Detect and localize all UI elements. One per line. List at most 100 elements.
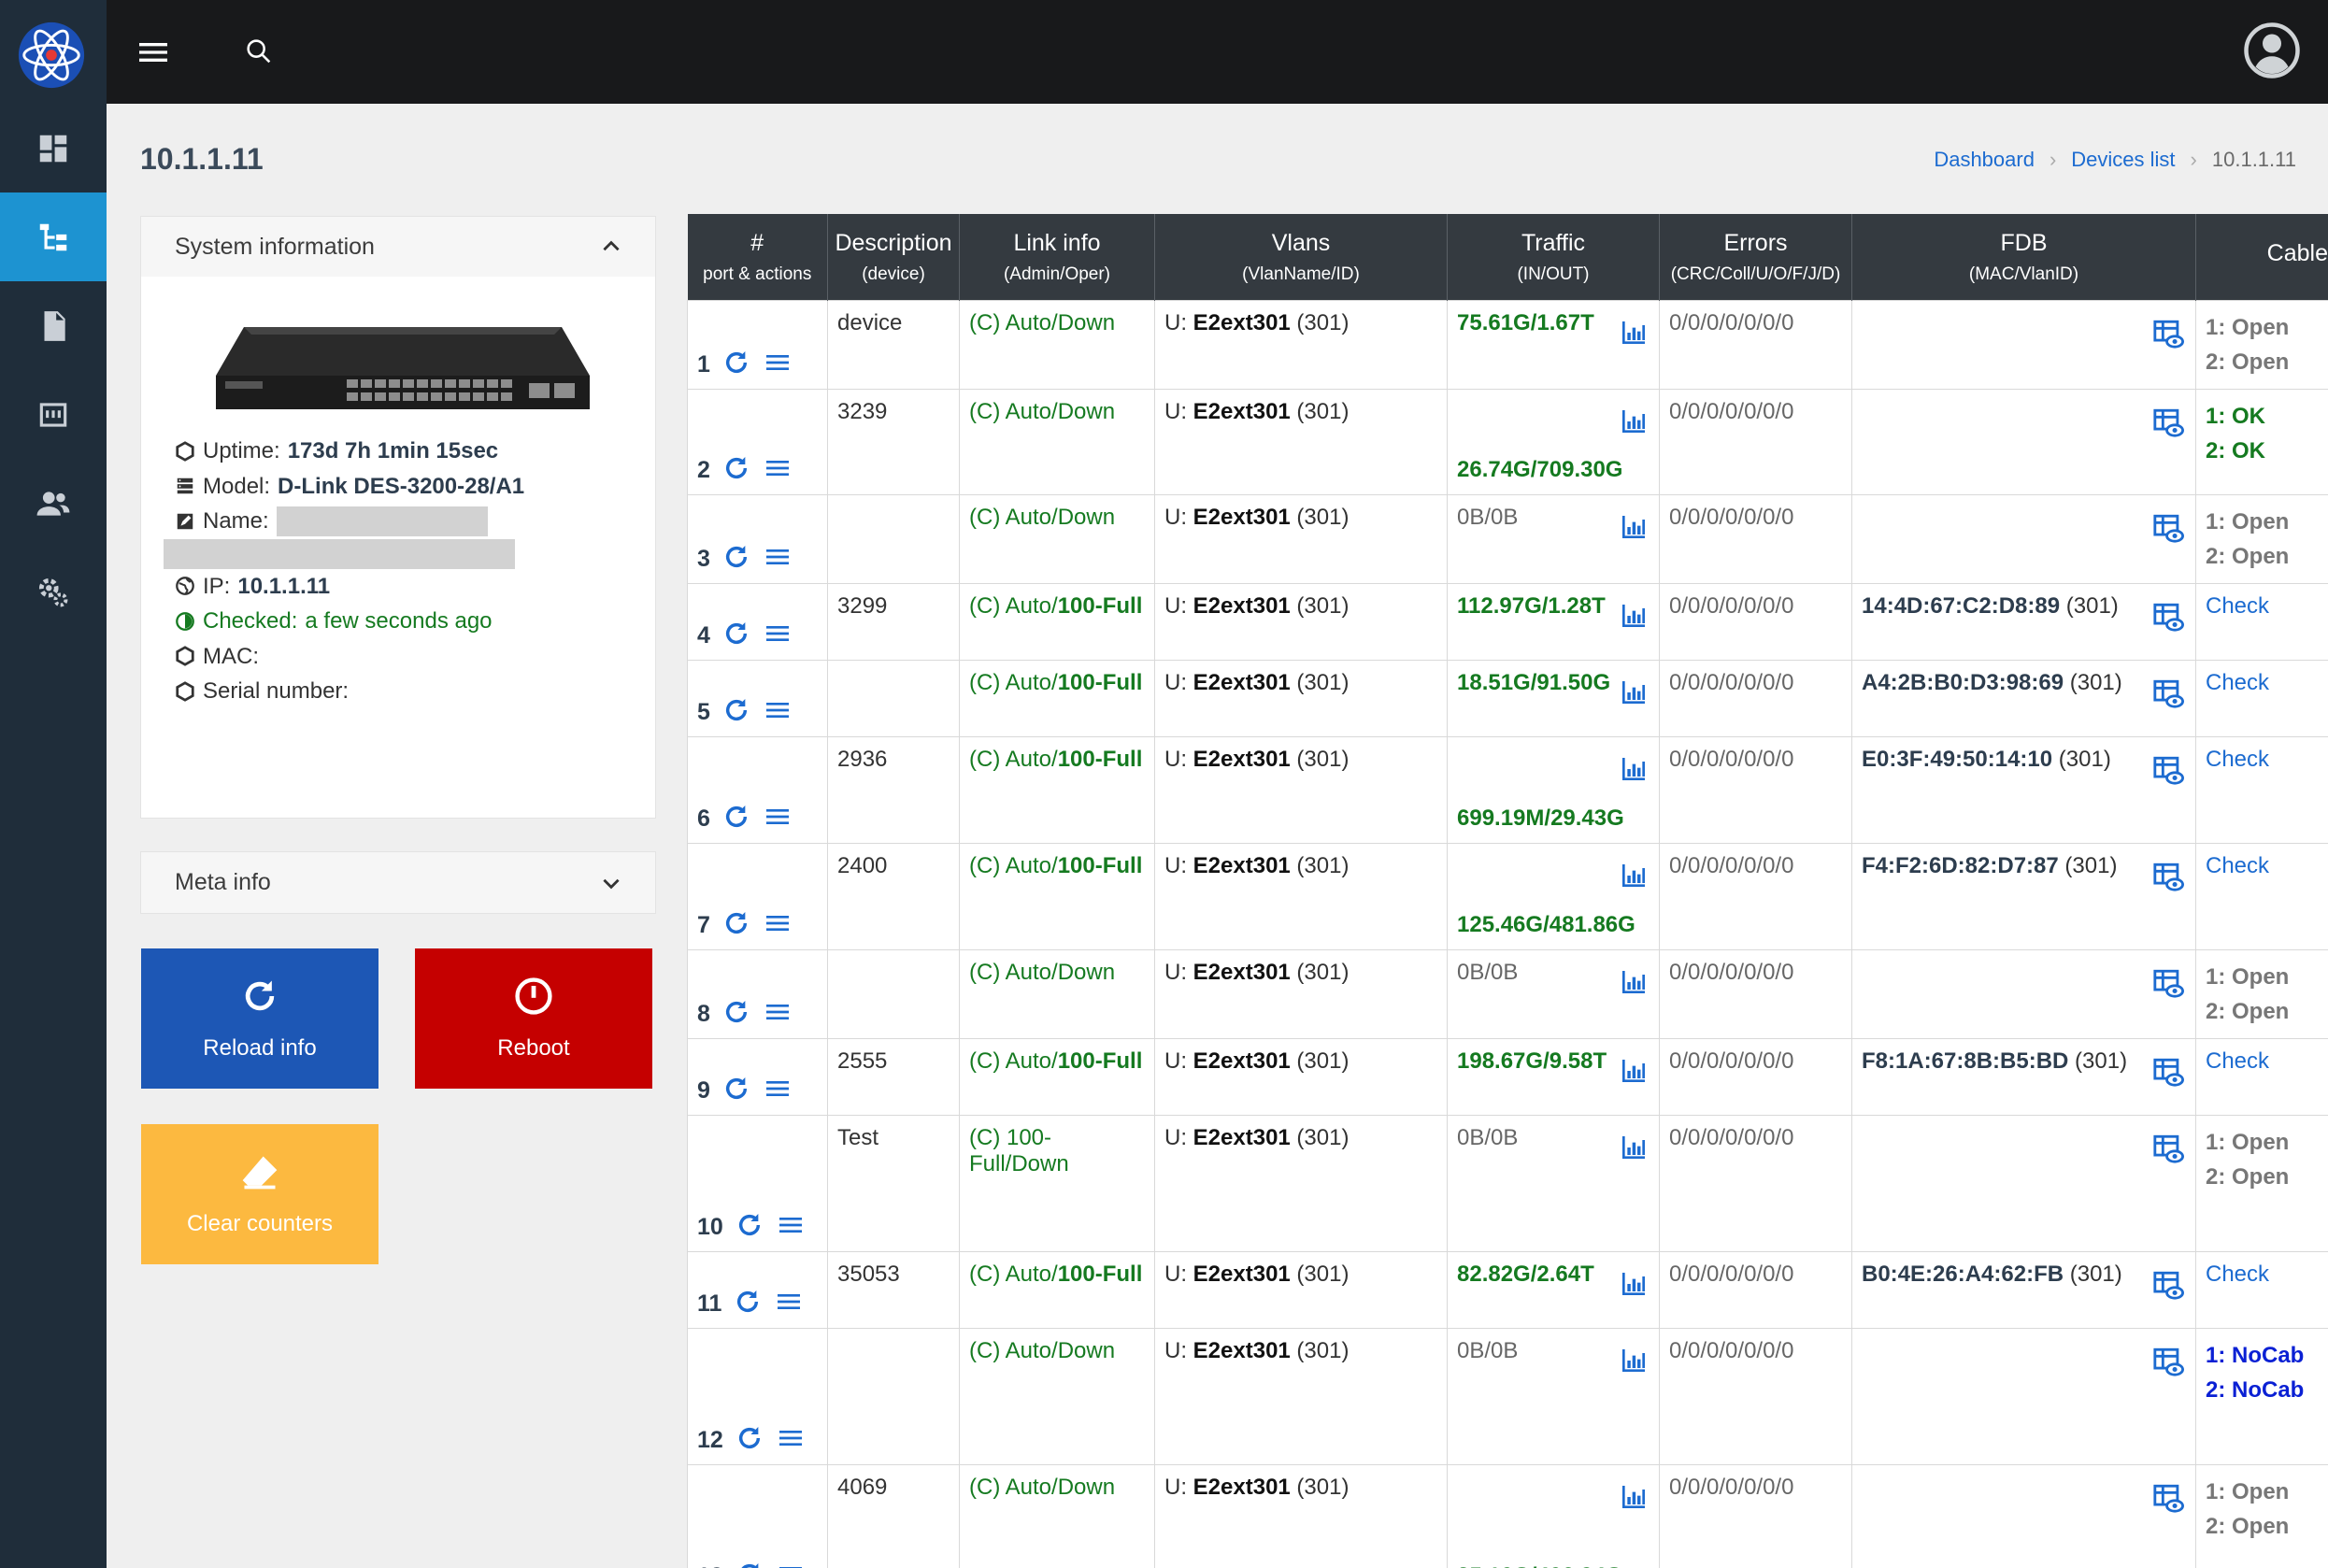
traffic-chart-icon[interactable] xyxy=(1618,406,1650,436)
refresh-port-icon[interactable] xyxy=(721,348,751,378)
user-avatar-icon[interactable] xyxy=(2244,22,2300,78)
traffic-chart-icon[interactable] xyxy=(1618,318,1650,348)
sidebar-item-users[interactable] xyxy=(0,459,107,548)
cable-check-link[interactable]: Check xyxy=(2206,670,2269,695)
port-number[interactable]: 10 xyxy=(697,1214,723,1240)
port-menu-icon[interactable] xyxy=(774,1287,804,1317)
ip-value: 10.1.1.11 xyxy=(237,573,331,599)
port-menu-icon[interactable] xyxy=(763,695,793,725)
port-menu-icon[interactable] xyxy=(776,1423,806,1453)
system-information-header[interactable]: System information xyxy=(141,217,655,277)
refresh-port-icon[interactable] xyxy=(721,542,751,572)
atom-logo-icon[interactable] xyxy=(15,19,88,92)
traffic-value: 699.19M/29.43G xyxy=(1457,805,1624,831)
port-menu-icon[interactable] xyxy=(763,542,793,572)
uptime-value: 173d 7h 1min 15sec xyxy=(287,438,499,463)
fdb-table-view-icon[interactable] xyxy=(2152,1346,2184,1377)
refresh-port-icon[interactable] xyxy=(721,1074,751,1104)
port-number[interactable]: 3 xyxy=(697,546,710,572)
vlan-name: E2ext301 xyxy=(1193,747,1291,772)
port-number[interactable]: 5 xyxy=(697,699,710,725)
port-number[interactable]: 9 xyxy=(697,1077,710,1104)
traffic-chart-icon[interactable] xyxy=(1618,1346,1650,1376)
link-info-cell: (C) Auto/Down xyxy=(959,949,1155,1039)
refresh-port-icon[interactable] xyxy=(721,619,751,649)
traffic-chart-icon[interactable] xyxy=(1618,1133,1650,1162)
clear-counters-button[interactable]: Clear counters xyxy=(141,1124,378,1264)
port-cell: 4 xyxy=(687,583,828,661)
port-number[interactable]: 12 xyxy=(697,1427,723,1453)
traffic-chart-icon[interactable] xyxy=(1618,967,1650,997)
reboot-button[interactable]: Reboot xyxy=(415,948,652,1089)
traffic-chart-icon[interactable] xyxy=(1618,754,1650,784)
traffic-chart-icon[interactable] xyxy=(1618,512,1650,542)
refresh-port-icon[interactable] xyxy=(721,802,751,832)
refresh-port-icon[interactable] xyxy=(735,1560,764,1568)
hamburger-menu-icon[interactable] xyxy=(135,34,172,71)
cable-check-link[interactable]: Check xyxy=(2206,593,2269,619)
chevron-down-icon[interactable] xyxy=(599,871,623,895)
refresh-port-icon[interactable] xyxy=(721,453,751,483)
port-number[interactable]: 11 xyxy=(697,1290,721,1317)
port-menu-icon[interactable] xyxy=(776,1210,806,1240)
port-number[interactable]: 1 xyxy=(697,351,710,378)
traffic-chart-icon[interactable] xyxy=(1618,861,1650,891)
fdb-table-view-icon[interactable] xyxy=(2152,512,2184,544)
chevron-up-icon[interactable] xyxy=(599,235,623,259)
port-number[interactable]: 7 xyxy=(697,912,710,938)
traffic-chart-icon[interactable] xyxy=(1618,1056,1650,1086)
fdb-table-view-icon[interactable] xyxy=(2152,601,2184,633)
fdb-table-view-icon[interactable] xyxy=(2152,861,2184,892)
refresh-port-icon[interactable] xyxy=(721,695,751,725)
fdb-table-view-icon[interactable] xyxy=(2152,1269,2184,1301)
refresh-port-icon[interactable] xyxy=(735,1210,764,1240)
port-number[interactable]: 4 xyxy=(697,622,710,649)
fdb-table-view-icon[interactable] xyxy=(2152,1056,2184,1088)
errors-cell: 0/0/0/0/0/0/0 xyxy=(1659,736,1852,844)
sidebar-item-devices[interactable] xyxy=(0,192,107,281)
port-menu-icon[interactable] xyxy=(763,453,793,483)
port-number[interactable]: 13 xyxy=(697,1563,723,1568)
meta-info-title: Meta info xyxy=(175,869,271,895)
breadcrumb-dashboard[interactable]: Dashboard xyxy=(1934,148,2035,172)
meta-info-header[interactable]: Meta info xyxy=(141,852,655,913)
traffic-chart-icon[interactable] xyxy=(1618,1269,1650,1299)
port-menu-icon[interactable] xyxy=(763,802,793,832)
fdb-table-view-icon[interactable] xyxy=(2152,406,2184,438)
traffic-chart-icon[interactable] xyxy=(1618,677,1650,707)
traffic-chart-icon[interactable] xyxy=(1618,1482,1650,1512)
sidebar-item-documents[interactable] xyxy=(0,281,107,370)
refresh-port-icon[interactable] xyxy=(735,1423,764,1453)
reload-info-button[interactable]: Reload info xyxy=(141,948,378,1089)
sidebar-item-settings[interactable] xyxy=(0,548,107,636)
traffic-chart-icon[interactable] xyxy=(1618,601,1650,631)
sidebar-item-ports[interactable] xyxy=(0,370,107,459)
port-number[interactable]: 8 xyxy=(697,1001,710,1027)
fdb-table-view-icon[interactable] xyxy=(2152,1133,2184,1164)
port-menu-icon[interactable] xyxy=(763,348,793,378)
fdb-table-view-icon[interactable] xyxy=(2152,754,2184,786)
port-menu-icon[interactable] xyxy=(763,1074,793,1104)
port-menu-icon[interactable] xyxy=(763,997,793,1027)
cable-check-link[interactable]: Check xyxy=(2206,1262,2269,1287)
breadcrumb-devices-list[interactable]: Devices list xyxy=(2071,148,2175,172)
link-info-cell: (C) Auto/Down xyxy=(959,1328,1155,1465)
table-row: 1 device (C) Auto/Down U: E2ext301 (301) 75.… xyxy=(687,300,2328,390)
refresh-port-icon[interactable] xyxy=(733,1287,763,1317)
port-menu-icon[interactable] xyxy=(763,619,793,649)
fdb-table-view-icon[interactable] xyxy=(2152,318,2184,349)
port-number[interactable]: 6 xyxy=(697,805,710,832)
refresh-port-icon[interactable] xyxy=(721,908,751,938)
cable-check-link[interactable]: Check xyxy=(2206,1048,2269,1074)
cable-check-link[interactable]: Check xyxy=(2206,853,2269,878)
refresh-port-icon[interactable] xyxy=(721,997,751,1027)
cable-check-link[interactable]: Check xyxy=(2206,747,2269,772)
port-menu-icon[interactable] xyxy=(763,908,793,938)
fdb-table-view-icon[interactable] xyxy=(2152,677,2184,709)
port-menu-icon[interactable] xyxy=(776,1560,806,1568)
fdb-table-view-icon[interactable] xyxy=(2152,1482,2184,1514)
port-number[interactable]: 2 xyxy=(697,457,710,483)
search-icon[interactable] xyxy=(243,36,275,67)
sidebar-item-dashboard[interactable] xyxy=(0,104,107,192)
fdb-table-view-icon[interactable] xyxy=(2152,967,2184,999)
